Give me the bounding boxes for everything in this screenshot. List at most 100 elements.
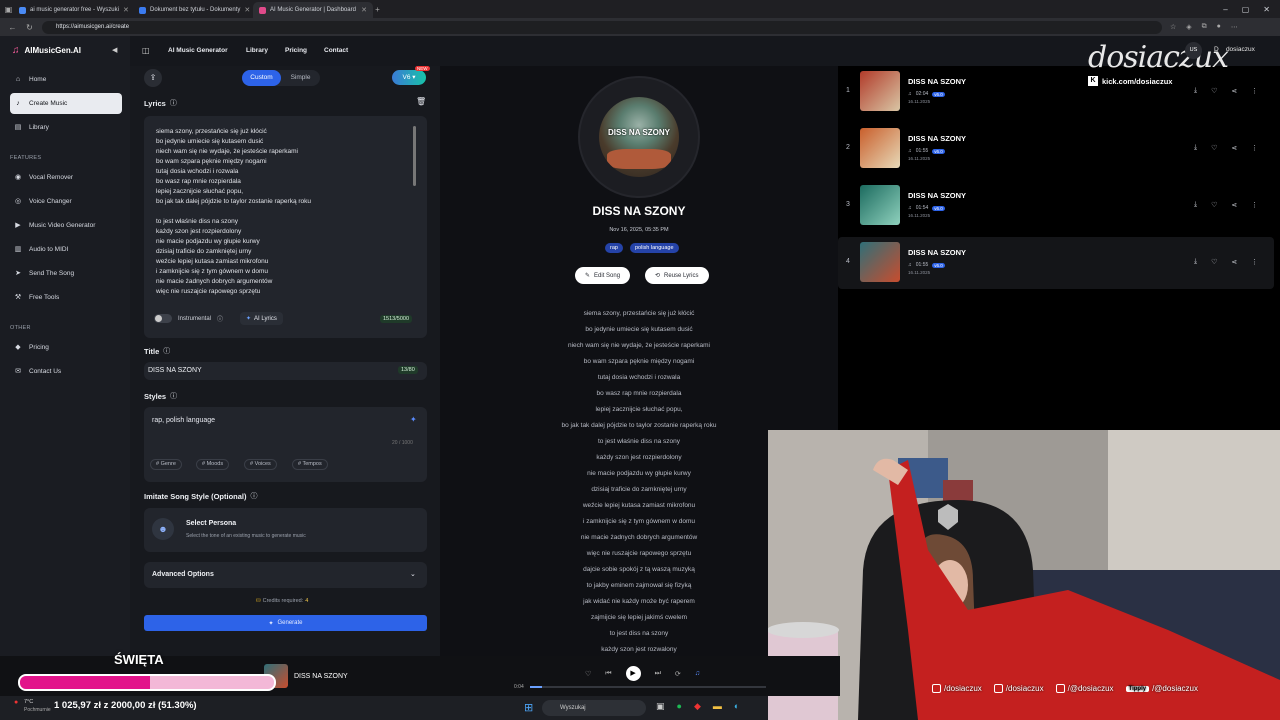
sidebar-item-send-the-song[interactable]: ➤ Send The Song	[10, 263, 122, 284]
title-input[interactable]: DISS NA SZONY	[144, 362, 427, 380]
download-icon[interactable]: ⤓	[1194, 201, 1197, 209]
chip-voices[interactable]: # Voices	[244, 459, 277, 470]
sparkle-icon[interactable]: ✦	[410, 415, 417, 424]
chevron-down-icon: ▾	[412, 74, 416, 81]
more-options-icon[interactable]: ⋮	[1251, 201, 1258, 209]
favorite-star-icon[interactable]: ☆	[1170, 23, 1176, 31]
reload-icon[interactable]: ↻	[25, 23, 34, 32]
sidebar-item-music-video-generator[interactable]: ▶ Music Video Generator	[10, 215, 122, 236]
nav-ai-music-generator[interactable]: AI Music Generator	[168, 47, 228, 54]
nav-library[interactable]: Library	[246, 47, 268, 54]
nav-pricing[interactable]: Pricing	[285, 47, 307, 54]
share-icon[interactable]: ⋖	[1231, 258, 1237, 266]
sidebar-item-create-music[interactable]: ♪ Create Music	[10, 93, 122, 114]
file-explorer-icon[interactable]: ▣	[656, 701, 665, 712]
sidebar-item-contact-us[interactable]: ✉ Contact Us	[10, 361, 122, 382]
previous-icon[interactable]: ⏮	[605, 670, 611, 678]
mode-custom-button[interactable]: Custom	[242, 70, 281, 86]
browser-tab[interactable]: Dokument bez tytułu - Dokumenty ✕	[133, 2, 253, 18]
ai-lyrics-button[interactable]: ✦ AI Lyrics	[240, 312, 283, 325]
close-window-icon[interactable]: ✕	[1263, 5, 1270, 14]
download-icon[interactable]: ⤓	[1194, 144, 1197, 152]
collapse-sidebar-icon[interactable]: ◀	[112, 46, 117, 54]
play-button[interactable]: ▶	[625, 666, 641, 681]
song-list-item[interactable]: 3 DISS NA SZONY ♫ 01:54 v6.0 16.11.2025 ⤓ ♡ ⋖ ⋮	[838, 180, 1274, 232]
sidebar-item-voice-changer[interactable]: ◎ Voice Changer	[10, 191, 122, 212]
more-options-icon[interactable]: ⋮	[1251, 144, 1258, 152]
close-tab-icon[interactable]: ✕	[361, 6, 367, 14]
info-icon[interactable]: ⓘ	[170, 98, 177, 108]
sidebar-item-free-tools[interactable]: ⚒ Free Tools	[10, 287, 122, 308]
edge-icon[interactable]: ◐	[734, 701, 739, 712]
new-tab-icon[interactable]: +	[373, 5, 382, 14]
chip-tempos[interactable]: # Tempos	[292, 459, 328, 470]
sidebar-item-pricing[interactable]: ◆ Pricing	[10, 337, 122, 358]
app-icon[interactable]: ◆	[694, 701, 701, 712]
minimize-icon[interactable]: –	[1223, 5, 1227, 14]
repeat-icon[interactable]: ⟳	[675, 670, 681, 678]
nav-contact[interactable]: Contact	[324, 47, 348, 54]
sidebar-item-home[interactable]: ⌂ Home	[10, 69, 122, 90]
heart-icon[interactable]: ♡	[1211, 258, 1217, 266]
share-icon[interactable]: ⋖	[1231, 144, 1237, 152]
taskbar-apps: ▣ ● ◆ ▬ ◐	[656, 701, 739, 712]
language-avatar[interactable]: US	[1185, 42, 1202, 59]
instrumental-switch[interactable]	[154, 314, 172, 323]
sidebar-item-library[interactable]: ▤ Library	[10, 117, 122, 138]
heart-icon[interactable]: ♡	[1211, 201, 1217, 209]
profile-icon[interactable]: ●	[1217, 23, 1221, 31]
player-time: 0:04	[514, 684, 524, 690]
info-icon[interactable]: ⓘ	[251, 491, 258, 501]
url-field[interactable]: https://aimusicgen.ai/create	[42, 20, 1162, 34]
styles-textarea[interactable]: rap, polish language ✦ 20 / 1000 # Genre…	[144, 407, 427, 482]
mode-simple-button[interactable]: Simple	[281, 70, 320, 86]
lyrics-scrollbar[interactable]	[413, 126, 416, 186]
sidebar-item-audio-to-midi[interactable]: ▥ Audio to MIDI	[10, 239, 122, 260]
info-icon[interactable]: ⓘ	[170, 391, 177, 401]
song-list-item[interactable]: 2 DISS NA SZONY ♫ 01:55 v6.0 16.11.2025 ⤓ ♡ ⋖ ⋮	[838, 123, 1274, 175]
advanced-options-toggle[interactable]: Advanced Options ⌄	[144, 562, 427, 588]
song-list-item[interactable]: 4 DISS NA SZONY ♫ 01:55 v6.0 16.11.2025 ⤓ ♡ ⋖ ⋮	[838, 237, 1274, 289]
folder-icon[interactable]: ▬	[713, 701, 722, 712]
close-tab-icon[interactable]: ✕	[123, 6, 129, 14]
windows-start-icon[interactable]: ⊞	[524, 701, 533, 714]
back-icon[interactable]: ←	[8, 23, 17, 32]
more-options-icon[interactable]: ⋮	[1251, 258, 1258, 266]
share-icon[interactable]: ⋖	[1231, 201, 1237, 209]
song-tag[interactable]: polish language	[630, 243, 679, 253]
heart-icon[interactable]: ♡	[585, 670, 591, 678]
heart-icon[interactable]: ♡	[1211, 144, 1217, 152]
taskbar-search[interactable]: Wyszukaj	[542, 700, 646, 716]
player-progress-track[interactable]	[530, 686, 766, 688]
generate-button[interactable]: ✦ Generate	[144, 615, 427, 631]
reuse-lyrics-button[interactable]: ⟲ Reuse Lyrics	[645, 267, 709, 284]
browser-tab-active[interactable]: AI Music Generator | Dashboard ✕	[253, 2, 373, 18]
chip-genre[interactable]: # Genre	[150, 459, 182, 470]
close-tab-icon[interactable]: ✕	[244, 6, 250, 14]
collections-icon[interactable]: ⧉	[1202, 23, 1207, 31]
extensions-icon[interactable]: ◈	[1186, 23, 1191, 31]
select-persona-card[interactable]: ☻ Select Persona Select the tone of an e…	[144, 508, 427, 552]
account-menu[interactable]: D dosiaczux	[1214, 46, 1255, 53]
song-number: 1	[846, 87, 850, 94]
download-icon[interactable]: ⤓	[1194, 258, 1197, 266]
coin-icon: ⛁	[256, 598, 261, 604]
maximize-icon[interactable]: ▢	[1242, 5, 1250, 14]
browser-menu-icon[interactable]: ▣	[4, 5, 13, 14]
upload-button[interactable]: ⇪	[144, 69, 162, 87]
edit-song-button[interactable]: ✎ Edit Song	[575, 267, 631, 284]
chip-moods[interactable]: # Moods	[196, 459, 230, 470]
version-select[interactable]: V6 ▾	[392, 70, 426, 85]
trash-icon[interactable]: 🗑	[416, 97, 426, 106]
sidebar-item-vocal-remover[interactable]: ◉ Vocal Remover	[10, 167, 122, 188]
browser-tab[interactable]: ai music generator free - Wyszuki ✕	[13, 2, 133, 18]
panel-toggle-icon[interactable]: ◫	[142, 46, 150, 55]
song-tag[interactable]: rap	[605, 243, 623, 253]
more-icon[interactable]: ⋯	[1231, 23, 1238, 31]
info-icon[interactable]: ⓘ	[163, 346, 170, 356]
brand-logo[interactable]: ♫ AIMusicGen.AI	[12, 45, 81, 56]
spotify-icon[interactable]: ●	[677, 701, 682, 712]
playlist-icon[interactable]: ♫	[695, 670, 700, 677]
info-icon[interactable]: ⓘ	[217, 314, 223, 323]
next-icon[interactable]: ⏭	[655, 670, 661, 678]
